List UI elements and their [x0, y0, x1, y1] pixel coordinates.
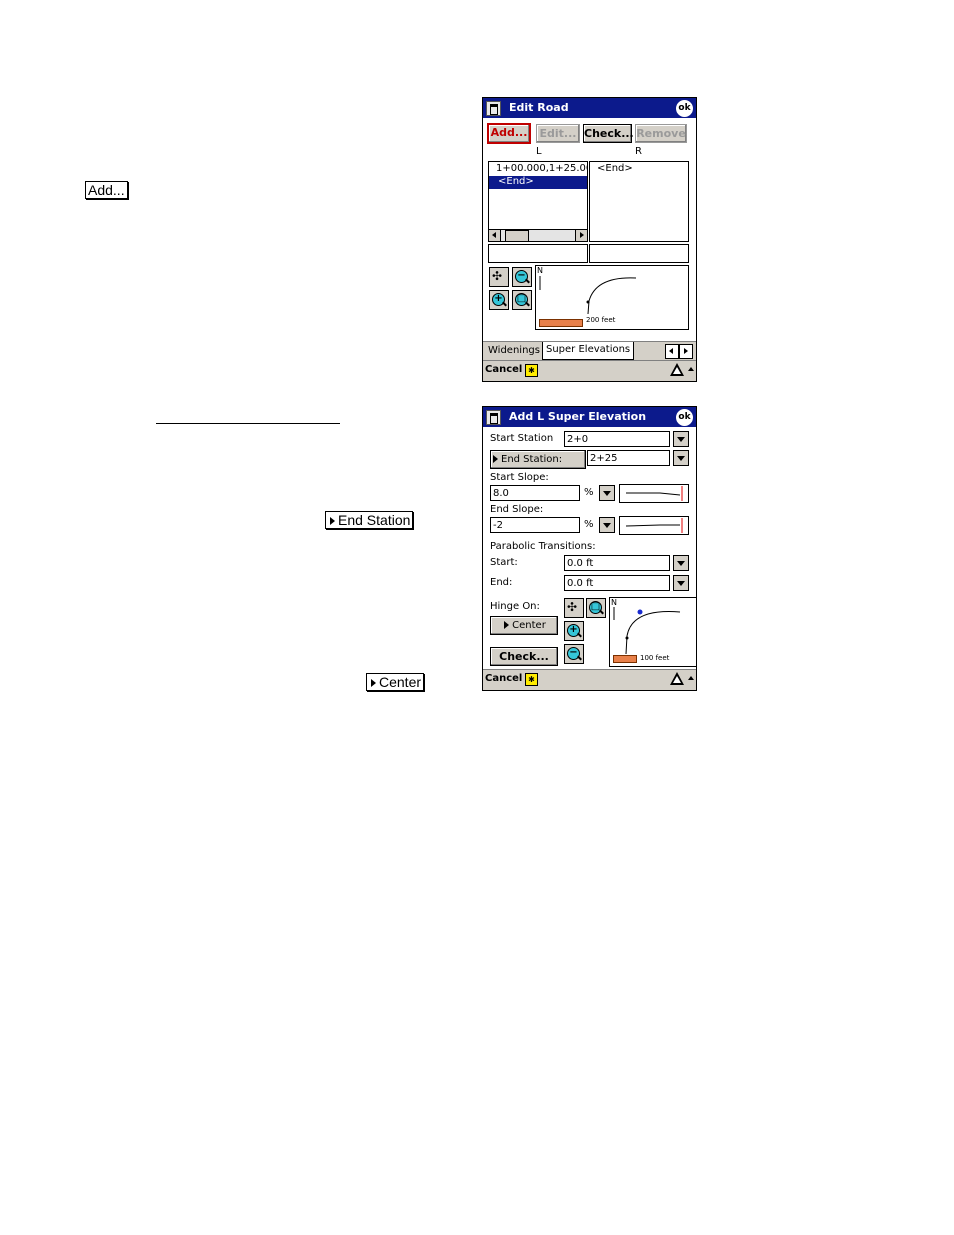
- left-list[interactable]: 1+00.000,1+25.00 <End>: [488, 161, 588, 242]
- cancel-button[interactable]: Cancel: [485, 364, 522, 375]
- left-detail-field: [488, 244, 588, 263]
- sip-up-icon[interactable]: [688, 367, 694, 371]
- warning-icon[interactable]: [670, 363, 684, 376]
- list-item-label: <End>: [498, 176, 534, 187]
- command-bar: Cancel ✱: [483, 360, 696, 381]
- keyboard-icon[interactable]: ✱: [525, 673, 538, 686]
- center-button-reference: Center: [366, 673, 425, 691]
- tab-scroll-left-icon[interactable]: [665, 344, 679, 359]
- edit-button[interactable]: Edit...: [536, 124, 580, 143]
- zoom-in-icon[interactable]: +: [489, 290, 509, 310]
- zoom-extents-icon[interactable]: ✣: [564, 598, 584, 618]
- sip-up-icon[interactable]: [688, 676, 694, 680]
- zoom-in-icon[interactable]: +: [564, 621, 584, 641]
- end-slope-dropdown[interactable]: [599, 517, 615, 533]
- parabolic-end-dropdown[interactable]: [673, 575, 689, 591]
- scale-bar: [613, 655, 637, 663]
- start-station-dropdown[interactable]: [673, 431, 689, 447]
- app-icon: [486, 410, 501, 425]
- zoom-extents-icon[interactable]: ✣: [489, 267, 509, 287]
- map-view[interactable]: N 100 feet: [609, 597, 696, 667]
- zoom-window-icon[interactable]: □: [512, 290, 532, 310]
- add-button-reference: Add...: [85, 181, 128, 199]
- hinge-on-label: Hinge On:: [490, 601, 540, 612]
- remove-button[interactable]: Remove: [635, 124, 687, 143]
- end-station-reference-label: End Station: [338, 512, 411, 528]
- ok-button[interactable]: ok: [676, 409, 693, 426]
- parabolic-end-label: End:: [490, 577, 513, 588]
- ok-button[interactable]: ok: [676, 100, 693, 117]
- add-button-reference-label: Add...: [88, 182, 125, 198]
- command-bar: Cancel ✱: [483, 669, 696, 690]
- list-item[interactable]: 1+00.000,1+25.00: [496, 163, 587, 174]
- hinge-center-button[interactable]: Center: [490, 616, 558, 635]
- zoom-out-icon[interactable]: −: [512, 267, 532, 287]
- end-station-button-label: End Station:: [501, 454, 563, 465]
- horizontal-scrollbar[interactable]: [489, 229, 587, 241]
- parabolic-start-dropdown[interactable]: [673, 555, 689, 571]
- parabolic-end-field[interactable]: 0.0 ft: [564, 575, 670, 591]
- zoom-window-icon[interactable]: □: [586, 598, 606, 618]
- triangle-icon: [504, 620, 510, 629]
- title-bar: Edit Road ok: [483, 98, 696, 118]
- scale-label: 200 feet: [586, 316, 616, 324]
- end-slope-unit: %: [584, 519, 594, 530]
- triangle-icon: [330, 516, 335, 525]
- cancel-button[interactable]: Cancel: [485, 673, 522, 684]
- end-station-dropdown[interactable]: [673, 450, 689, 466]
- scale-label: 100 feet: [640, 654, 670, 662]
- start-slope-dropdown[interactable]: [599, 485, 615, 501]
- scroll-left-icon[interactable]: [489, 230, 501, 241]
- start-slope-unit: %: [584, 487, 594, 498]
- right-column-header: R: [635, 146, 642, 157]
- add-super-elevation-screen: Add L Super Elevation ok Start Station 2…: [482, 406, 697, 691]
- start-station-label: Start Station: [490, 433, 554, 444]
- parabolic-start-label: Start:: [490, 557, 518, 568]
- end-slope-preview: [619, 516, 689, 535]
- parabolic-transitions-label: Parabolic Transitions:: [490, 541, 596, 552]
- start-slope-label: Start Slope:: [490, 472, 549, 483]
- end-station-button-reference: End Station: [325, 511, 414, 529]
- add-button[interactable]: Add...: [487, 123, 531, 144]
- keyboard-icon[interactable]: ✱: [525, 364, 538, 377]
- title-bar: Add L Super Elevation ok: [483, 407, 696, 427]
- left-column-header: L: [536, 146, 542, 157]
- center-reference-label: Center: [379, 674, 422, 690]
- warning-icon[interactable]: [670, 672, 684, 685]
- end-station-field[interactable]: 2+25: [587, 450, 670, 466]
- start-slope-field[interactable]: 8.0: [490, 485, 580, 501]
- triangle-icon: [493, 454, 498, 463]
- start-station-field[interactable]: 2+0: [564, 431, 670, 447]
- right-list[interactable]: <End>: [589, 161, 689, 242]
- zoom-out-icon[interactable]: −: [564, 644, 584, 664]
- hinge-center-button-label: Center: [512, 620, 546, 631]
- list-item[interactable]: <End>: [597, 163, 633, 174]
- triangle-icon: [371, 678, 376, 687]
- app-icon: [486, 101, 501, 116]
- check-button[interactable]: Check...: [490, 647, 558, 666]
- scale-bar: [539, 319, 583, 327]
- end-slope-label: End Slope:: [490, 504, 544, 515]
- edit-road-screen: Edit Road ok Add... Edit... Check... Rem…: [482, 97, 697, 382]
- tab-super-elevations[interactable]: Super Elevations: [542, 342, 635, 360]
- end-station-button[interactable]: End Station:: [490, 450, 586, 469]
- tab-widenings[interactable]: Widenings: [485, 343, 543, 359]
- start-slope-preview: [619, 484, 689, 503]
- right-detail-field: [589, 244, 689, 263]
- parabolic-start-field[interactable]: 0.0 ft: [564, 555, 670, 571]
- scroll-thumb[interactable]: [505, 230, 529, 241]
- tab-scroll-right-icon[interactable]: [679, 344, 693, 359]
- underline-rule: [156, 423, 340, 424]
- check-button[interactable]: Check...: [583, 124, 634, 143]
- window-title: Edit Road: [509, 101, 569, 114]
- end-slope-field[interactable]: -2: [490, 517, 580, 533]
- window-title: Add L Super Elevation: [509, 410, 647, 423]
- tab-strip: Widenings Super Elevations: [483, 341, 696, 360]
- map-view[interactable]: N 200 feet: [535, 265, 689, 330]
- scroll-right-icon[interactable]: [575, 230, 587, 241]
